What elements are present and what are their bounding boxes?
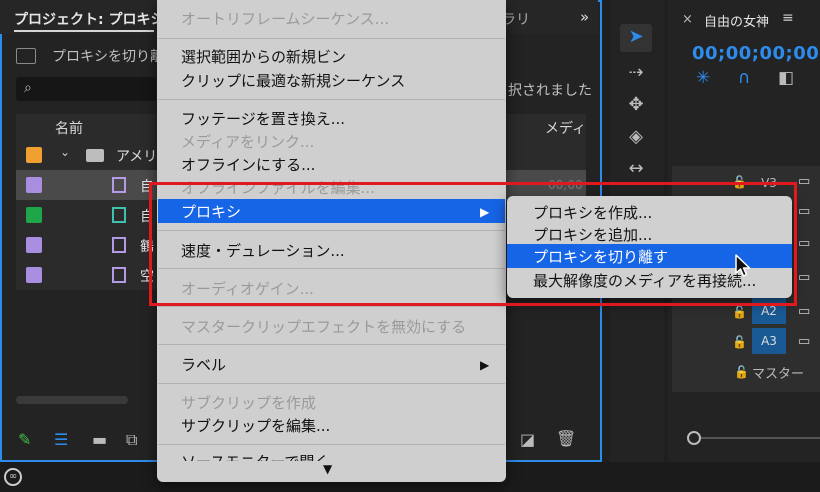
horizontal-scrollbar[interactable] <box>16 396 128 404</box>
zoom-scrollbar[interactable] <box>692 437 820 439</box>
trash-icon[interactable]: 🗑 <box>556 429 576 448</box>
toggle-output-icon[interactable]: ▭ <box>798 236 810 251</box>
video-clip-icon <box>112 267 126 283</box>
column-name[interactable]: 名前 <box>55 118 83 138</box>
marker-icon[interactable]: ◧ <box>778 68 794 88</box>
selection-status: 択されました <box>508 83 592 99</box>
search-input[interactable] <box>16 77 156 101</box>
menu-item-label[interactable]: ラベル <box>181 354 226 375</box>
master-track-label: マスター <box>752 367 805 382</box>
toggle-output-icon[interactable]: ▭ <box>798 174 810 189</box>
submenu-arrow-icon: ▶ <box>480 358 490 372</box>
label-color-swatch[interactable] <box>26 207 42 223</box>
menu-scroll-down-icon[interactable]: ▼ <box>323 462 332 476</box>
menu-item-new-bin-from-selection[interactable]: 選択範囲からの新規ビン <box>181 46 346 67</box>
timecode[interactable]: 00;00;00;00 <box>692 43 819 64</box>
menu-separator <box>158 344 505 345</box>
track-target-a3[interactable]: A3 <box>752 328 786 354</box>
sequence-icon <box>112 177 126 193</box>
menu-item-new-sequence-from-clip[interactable]: クリップに最適な新規シーケンス <box>181 70 405 91</box>
creative-cloud-icon[interactable]: ∞ <box>4 468 22 486</box>
toggle-output-icon[interactable]: ▭ <box>798 204 810 219</box>
bin-path: プロキシを切り離 <box>52 49 164 65</box>
pencil-icon[interactable]: ✎ <box>18 430 31 449</box>
snap-icon[interactable]: ✳ <box>696 68 710 88</box>
lock-icon[interactable]: 🔓 <box>734 365 749 379</box>
tab-libraries[interactable]: ラリ <box>502 9 530 29</box>
track-select-tool-icon[interactable]: ⇢ <box>621 62 651 83</box>
menu-separator <box>158 383 505 384</box>
toggle-output-icon[interactable]: ▭ <box>798 270 810 285</box>
project-tab[interactable]: プロジェクト: プロキシ <box>14 9 164 29</box>
folder-label: アメリ <box>116 149 158 165</box>
mute-icon[interactable]: ▭ <box>798 304 810 319</box>
menu-separator <box>158 306 505 307</box>
razor-tool-icon[interactable]: ◈ <box>621 126 651 147</box>
menu-item-edit-subclip[interactable]: サブクリップを編集... <box>181 415 330 436</box>
menu-item-auto-reframe[interactable]: オートリフレームシーケンス... <box>181 8 389 29</box>
search-icon: ⌕ <box>24 80 32 96</box>
label-color-swatch[interactable] <box>26 147 42 163</box>
menu-separator <box>158 444 505 445</box>
audio-clip-icon <box>112 207 126 223</box>
menu-item-make-offline[interactable]: オフラインにする... <box>181 154 315 175</box>
label-color-swatch[interactable] <box>26 237 42 253</box>
sequence-tab[interactable]: 自由の女神 <box>704 11 769 30</box>
icon-view-icon[interactable]: ▬ <box>92 430 107 449</box>
bin-icon <box>16 48 36 64</box>
lock-icon[interactable]: 🔓 <box>732 335 747 349</box>
active-tab-indicator <box>14 30 154 32</box>
menu-separator <box>158 99 505 100</box>
annotation-highlight-box <box>149 182 797 306</box>
slip-tool-icon[interactable]: ↔ <box>621 158 651 179</box>
disclosure-chevron-icon[interactable]: ⌄ <box>60 145 70 159</box>
ripple-edit-tool-icon[interactable]: ✥ <box>621 94 651 115</box>
zoom-handle[interactable] <box>687 431 701 445</box>
video-clip-icon <box>112 237 126 253</box>
new-item-icon[interactable]: ◪ <box>520 430 535 449</box>
column-media[interactable]: メディ <box>545 118 586 138</box>
selection-tool-icon[interactable]: ➤ <box>621 26 651 47</box>
menu-item-make-subclip[interactable]: サブクリップを作成 <box>181 392 316 413</box>
tab-overflow-icon[interactable]: » <box>580 8 589 26</box>
mute-icon[interactable]: ▭ <box>798 334 810 349</box>
panel-menu-icon[interactable]: ≡ <box>782 10 794 26</box>
menu-item-disable-master-clip-effects[interactable]: マスタークリップエフェクトを無効にする <box>181 316 466 337</box>
close-icon[interactable]: × <box>682 12 693 27</box>
menu-separator <box>158 38 505 39</box>
list-view-icon[interactable]: ☰ <box>54 430 68 449</box>
menu-item-open-in-source-monitor[interactable]: ソースモニターで開く <box>181 451 329 461</box>
menu-item-replace-footage[interactable]: フッテージを置き換え... <box>181 108 345 129</box>
menu-item-link-media[interactable]: メディアをリンク... <box>181 131 314 152</box>
magnet-icon[interactable]: ∩ <box>738 68 750 88</box>
label-color-swatch[interactable] <box>26 267 42 283</box>
lock-icon[interactable]: 🔓 <box>732 305 747 319</box>
folder-icon <box>86 149 104 162</box>
freeform-view-icon[interactable]: ⧉ <box>126 430 137 450</box>
label-color-swatch[interactable] <box>26 177 42 193</box>
